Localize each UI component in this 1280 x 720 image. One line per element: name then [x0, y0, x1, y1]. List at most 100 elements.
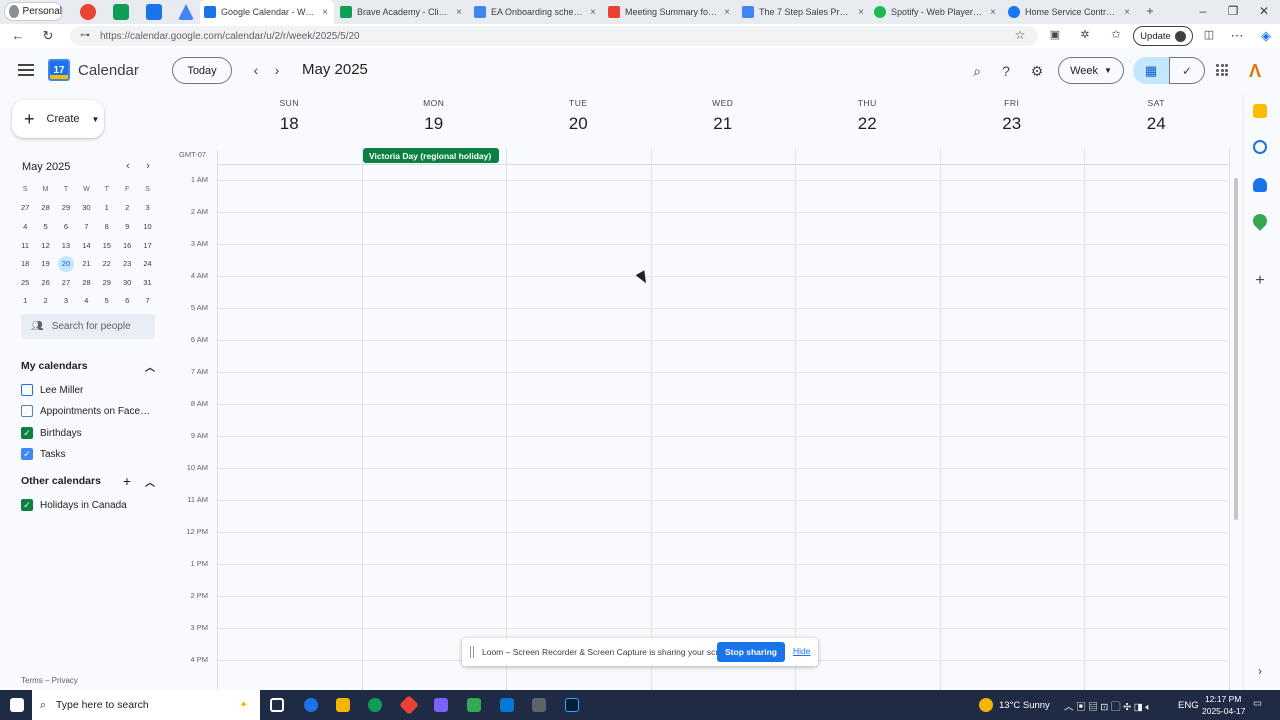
tasks-view-toggle[interactable]: ✓	[1169, 57, 1205, 84]
calendar-item-appointments[interactable]: Appointments on Facebook	[21, 405, 161, 417]
search-people-input[interactable]: 👥︎ Search for people	[21, 314, 155, 339]
maps-icon[interactable]	[1250, 211, 1270, 231]
settings-gear-icon[interactable]: ⚙	[1028, 62, 1046, 80]
day-header-sat[interactable]: SAT 24	[1084, 98, 1229, 134]
mini-day-cell[interactable]: 23	[117, 259, 137, 268]
mini-day-cell[interactable]: 26	[35, 278, 55, 287]
favorites-icon[interactable]: ✩	[1108, 28, 1124, 41]
mini-day-cell[interactable]: 20	[56, 255, 76, 272]
bookmark-star-icon[interactable]: ☆	[1012, 28, 1028, 42]
tab-spotify[interactable]: Spotify - Web Player: Mu ×	[870, 2, 1002, 22]
view-switcher[interactable]: Week ▼	[1058, 57, 1124, 84]
google-apps-icon[interactable]	[1216, 64, 1228, 76]
extension-icon[interactable]: ▣	[1047, 28, 1063, 41]
mini-day-cell[interactable]: 19	[35, 259, 55, 268]
mini-day-cell[interactable]: 25	[15, 278, 35, 287]
tasks-icon[interactable]	[1253, 140, 1267, 154]
mini-day-cell[interactable]: 11	[15, 241, 35, 250]
drag-handle-icon[interactable]	[470, 646, 474, 658]
reload-icon[interactable]: ↻	[40, 28, 56, 44]
main-menu-icon[interactable]	[18, 64, 34, 79]
mini-day-cell[interactable]: 3	[137, 203, 157, 212]
terms-privacy-links[interactable]: Terms – Privacy	[21, 676, 78, 685]
mini-day-cell[interactable]: 15	[97, 241, 117, 250]
day-header-sun[interactable]: SUN 18	[217, 98, 362, 134]
minimize-icon[interactable]: –	[1195, 4, 1211, 18]
add-addon-icon[interactable]: +	[1253, 273, 1267, 289]
task-view-icon[interactable]	[270, 698, 284, 712]
grid-scrollbar[interactable]	[1234, 178, 1238, 520]
mini-day-cell[interactable]: 27	[15, 203, 35, 212]
tab-close-icon[interactable]: ×	[1122, 7, 1132, 18]
lightroom-icon[interactable]	[565, 698, 579, 712]
add-calendar-icon[interactable]: +	[123, 473, 131, 489]
calendar-item-birthdays[interactable]: ✓ Birthdays	[21, 427, 161, 439]
mini-next-month-icon[interactable]: ›	[142, 160, 154, 172]
clock-date[interactable]: 2025-04-17	[1202, 706, 1245, 716]
mini-day-cell[interactable]: 29	[97, 278, 117, 287]
calendar-item-holidays-canada[interactable]: ✓ Holidays in Canada	[21, 499, 161, 511]
checkbox-checked[interactable]: ✓	[21, 499, 33, 511]
tab-sales-process[interactable]: The 7 Step Sales Process ×	[738, 2, 870, 22]
mini-day-cell[interactable]: 2	[35, 296, 55, 305]
file-explorer-icon[interactable]	[336, 698, 350, 712]
browser-update-button[interactable]: Update	[1133, 26, 1193, 46]
tab-ea-onboarding[interactable]: EA Onboarding schedule ×	[470, 2, 602, 22]
mini-day-cell[interactable]: 8	[97, 222, 117, 231]
puzzle-extensions-icon[interactable]: ✲	[1077, 28, 1093, 41]
pinned-tab-record-icon[interactable]	[80, 4, 96, 20]
day-header-tue[interactable]: TUE 20	[506, 98, 651, 134]
mini-day-cell[interactable]: 3	[56, 296, 76, 305]
day-number[interactable]: 19	[362, 114, 507, 134]
calendar-item-lee-miller[interactable]: Lee Miller	[21, 384, 161, 396]
tab-close-icon[interactable]: ×	[722, 7, 732, 18]
mini-day-cell[interactable]: 5	[97, 296, 117, 305]
stop-sharing-button[interactable]: Stop sharing	[717, 642, 785, 662]
outlook-icon[interactable]	[500, 698, 514, 712]
checkbox-checked[interactable]: ✓	[21, 448, 33, 460]
edge-icon[interactable]	[304, 698, 318, 712]
hide-link[interactable]: Hide	[793, 646, 810, 656]
tab-close-icon[interactable]: ×	[588, 7, 598, 18]
app-icon[interactable]	[399, 695, 419, 715]
pinned-tab-calendar-icon[interactable]	[146, 4, 162, 20]
mini-day-cell[interactable]: 6	[56, 222, 76, 231]
calendar-view-toggle[interactable]: ▦	[1133, 57, 1169, 84]
mini-day-cell[interactable]: 1	[97, 203, 117, 212]
help-icon[interactable]: ?	[997, 62, 1015, 80]
mini-day-cell[interactable]: 6	[117, 296, 137, 305]
tray-icons[interactable]: ︿ ▣ ▤ ⊡ ▢ ✣ ◨ 🔈︎	[1064, 699, 1151, 713]
mini-day-cell[interactable]: 4	[15, 222, 35, 231]
tab-google-calendar[interactable]: Google Calendar - Week of ×	[200, 0, 334, 24]
search-icon[interactable]: ⌕	[968, 62, 986, 80]
mini-day-cell[interactable]: 21	[76, 259, 96, 268]
mini-day-cell[interactable]: 29	[56, 203, 76, 212]
today-button[interactable]: Today	[172, 57, 232, 84]
checkbox[interactable]	[21, 384, 33, 396]
all-day-event-victoria-day[interactable]: Victoria Day (regional holiday)	[363, 148, 499, 163]
checkbox[interactable]	[21, 405, 33, 417]
day-header-thu[interactable]: THU 22	[795, 98, 940, 134]
windows-start-icon[interactable]	[10, 698, 24, 712]
app-icon[interactable]	[467, 698, 481, 712]
language-indicator[interactable]: ENG	[1178, 700, 1199, 711]
day-header-wed[interactable]: WED 21	[651, 98, 796, 134]
mini-day-cell[interactable]: 4	[76, 296, 96, 305]
mini-day-cell[interactable]: 1	[15, 296, 35, 305]
pinned-tab-drive-icon[interactable]	[178, 4, 194, 20]
mini-day-cell[interactable]: 13	[56, 241, 76, 250]
mini-day-cell[interactable]: 7	[137, 296, 157, 305]
mini-day-cell[interactable]: 30	[117, 278, 137, 287]
chevron-up-icon[interactable]: ︿	[145, 474, 155, 489]
url-bar[interactable]: ⊶ https://calendar.google.com/calendar/u…	[70, 26, 1038, 46]
collapse-panel-icon[interactable]: ›	[1253, 664, 1267, 678]
previous-week-icon[interactable]: ‹	[248, 62, 264, 78]
profile-chip[interactable]: Personal	[4, 2, 63, 21]
pinned-tab-app-icon[interactable]	[113, 4, 129, 20]
day-number[interactable]: 18	[217, 114, 362, 134]
sidebar-toggle-icon[interactable]: ◫	[1201, 28, 1217, 41]
mini-day-cell[interactable]: 22	[97, 259, 117, 268]
chrome-icon[interactable]	[368, 698, 382, 712]
mini-day-cell[interactable]: 7	[76, 222, 96, 231]
mini-day-cell[interactable]: 9	[117, 222, 137, 231]
